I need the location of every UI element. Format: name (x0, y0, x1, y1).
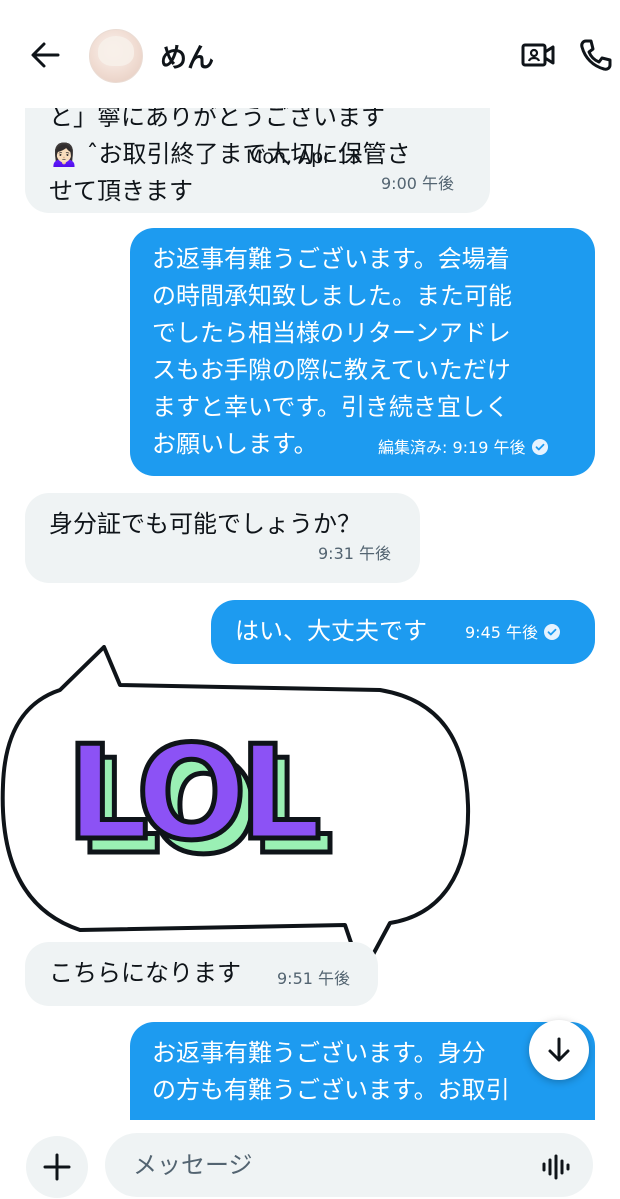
video-call-button[interactable] (520, 38, 556, 72)
message-composer (0, 1120, 620, 1199)
message-time: 9:51 午後 (277, 969, 351, 988)
avatar-image (98, 36, 134, 66)
date-separator: Mon, Apr 13 (246, 146, 362, 168)
message-time-text: 編集済み: 9:19 午後 (378, 438, 526, 457)
scroll-down-arrow-icon (548, 1037, 570, 1062)
scroll-to-bottom-button[interactable] (529, 1020, 589, 1080)
video-call-icon (521, 43, 555, 67)
message-bubble-incoming[interactable]: 身分証でも可能でしょうか？ 9:31 午後 (25, 493, 420, 583)
voice-wave-icon (542, 1154, 570, 1180)
message-bubble-incoming[interactable]: こちらになります 9:51 午後 (25, 942, 378, 1006)
plus-icon (43, 1153, 71, 1181)
chat-header: めん (0, 0, 620, 108)
message-time: 9:31 午後 (318, 544, 392, 563)
message-text: お返事有難うございます。会場着 の時間承知致しました。また可能 でしたら相当様の… (152, 245, 512, 458)
check-icon (531, 439, 548, 455)
message-time: 9:00 午後 (381, 174, 455, 193)
back-button[interactable] (26, 38, 66, 72)
message-input[interactable] (105, 1133, 593, 1197)
message-time: 編集済み: 9:19 午後 (378, 438, 548, 458)
message-bubble-outgoing[interactable]: お返事有難うございます。身分 の方も有難うございます。お取引 (130, 1022, 595, 1120)
message-time: 9:45 午後 (465, 623, 561, 643)
avatar[interactable] (89, 29, 143, 83)
message-time-text: 9:45 午後 (465, 623, 539, 642)
phone-icon (580, 39, 612, 71)
lol-sticker[interactable]: LOL LOL (0, 645, 475, 985)
check-icon (544, 624, 561, 640)
message-bubble-outgoing[interactable]: お返事有難うございます。会場着 の時間承知致しました。また可能 でしたら相当様の… (130, 228, 595, 476)
voice-message-button[interactable] (540, 1153, 572, 1181)
back-arrow-icon (31, 42, 60, 68)
lol-sticker-text: LOL LOL (64, 715, 342, 886)
message-text: 身分証でも可能でしょうか？ (49, 510, 361, 538)
add-attachment-button[interactable] (26, 1136, 88, 1198)
message-list[interactable]: と」寧にありがとうございます 🙍🏻‍♀️ ˆお取引終了まで大切に保管さ せて頂き… (0, 0, 620, 1120)
phone-call-button[interactable] (578, 37, 614, 73)
svg-text:LOL: LOL (66, 717, 319, 869)
contact-name[interactable]: めん (160, 36, 214, 75)
